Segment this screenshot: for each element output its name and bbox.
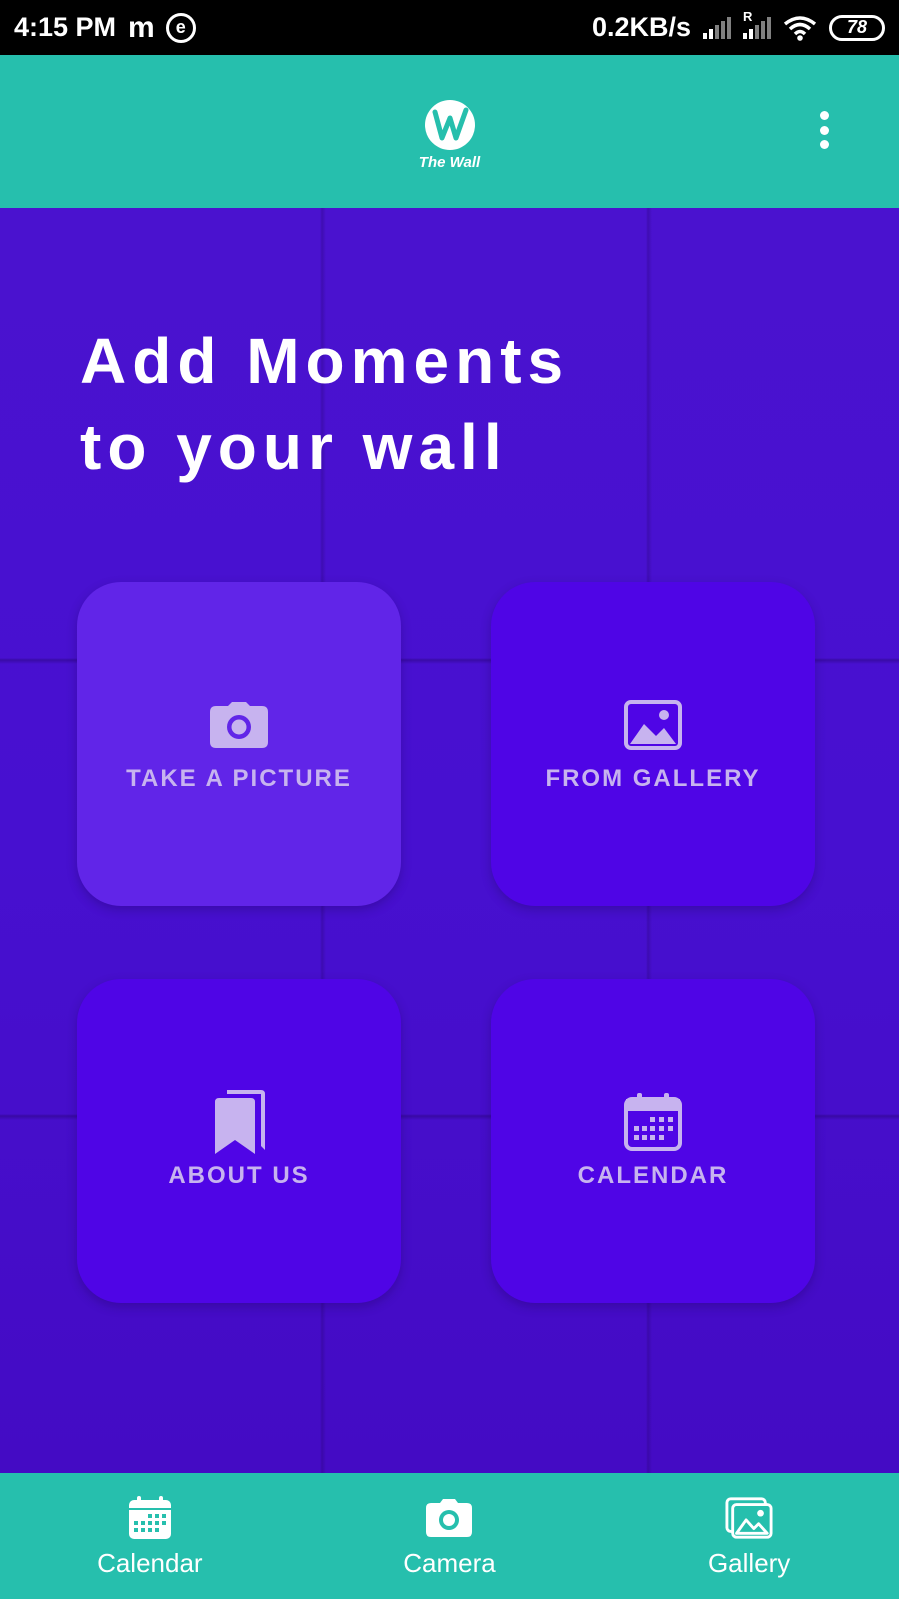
calendar-button[interactable]: CALENDAR: [491, 979, 815, 1303]
nav-label: Gallery: [707, 1547, 791, 1578]
tile-label: CALENDAR: [577, 1162, 729, 1189]
wifi-icon: [783, 15, 817, 41]
status-left: 4:15 PM m e: [14, 11, 196, 45]
tile-label: FROM GALLERY: [545, 765, 761, 792]
tile-label: ABOUT US: [168, 1162, 310, 1189]
from-gallery-button[interactable]: FROM GALLERY: [491, 582, 815, 906]
status-right: 0.2KB/s R 78: [591, 9, 885, 43]
status-bar: 4:15 PM m e 0.2KB/s R 78: [0, 0, 899, 55]
roaming-label: R: [743, 8, 753, 24]
gallery-icon: [725, 1494, 773, 1542]
the-wall-logo-icon: [424, 100, 475, 150]
nav-label: Calendar: [97, 1547, 203, 1578]
nav-item-camera[interactable]: Camera: [349, 1494, 549, 1579]
bookmarks-icon: [209, 1090, 269, 1154]
signal-roaming-icon: R: [743, 9, 771, 39]
camera-icon: [209, 695, 269, 755]
headline-line-1: Add Moments: [80, 325, 570, 397]
image-icon: [623, 695, 683, 755]
tile-label: TAKE A PICTURE: [126, 765, 352, 792]
calendar-icon: [623, 1092, 683, 1152]
bottom-navigation: Calendar Camera Gallery: [0, 1473, 899, 1599]
app-bar: The Wall: [0, 55, 899, 208]
nav-label: Camera: [403, 1547, 496, 1578]
battery-icon: 78: [829, 14, 885, 41]
logo-name: The Wall: [418, 154, 481, 171]
nav-item-calendar[interactable]: Calendar: [50, 1494, 250, 1579]
take-picture-button[interactable]: TAKE A PICTURE: [77, 582, 401, 906]
network-speed: 0.2KB/s: [591, 12, 691, 42]
more-vert-icon[interactable]: [809, 105, 839, 155]
app-logo: The Wall: [419, 98, 480, 171]
nav-item-gallery[interactable]: Gallery: [649, 1494, 849, 1579]
notification-e-icon: e: [165, 12, 196, 43]
headline-line-2: to your wall: [80, 411, 508, 483]
camera-icon: [425, 1494, 473, 1542]
calendar-icon: [126, 1494, 174, 1542]
battery-level: 78: [846, 17, 868, 37]
main-content: Add Moments to your wall TAKE A PICTURE …: [0, 208, 899, 1473]
about-us-button[interactable]: ABOUT US: [77, 979, 401, 1303]
status-time: 4:15 PM: [14, 12, 117, 42]
page-title: Add Moments to your wall: [80, 318, 840, 490]
notification-m-icon: m: [128, 10, 155, 44]
signal-icon: [703, 16, 731, 39]
